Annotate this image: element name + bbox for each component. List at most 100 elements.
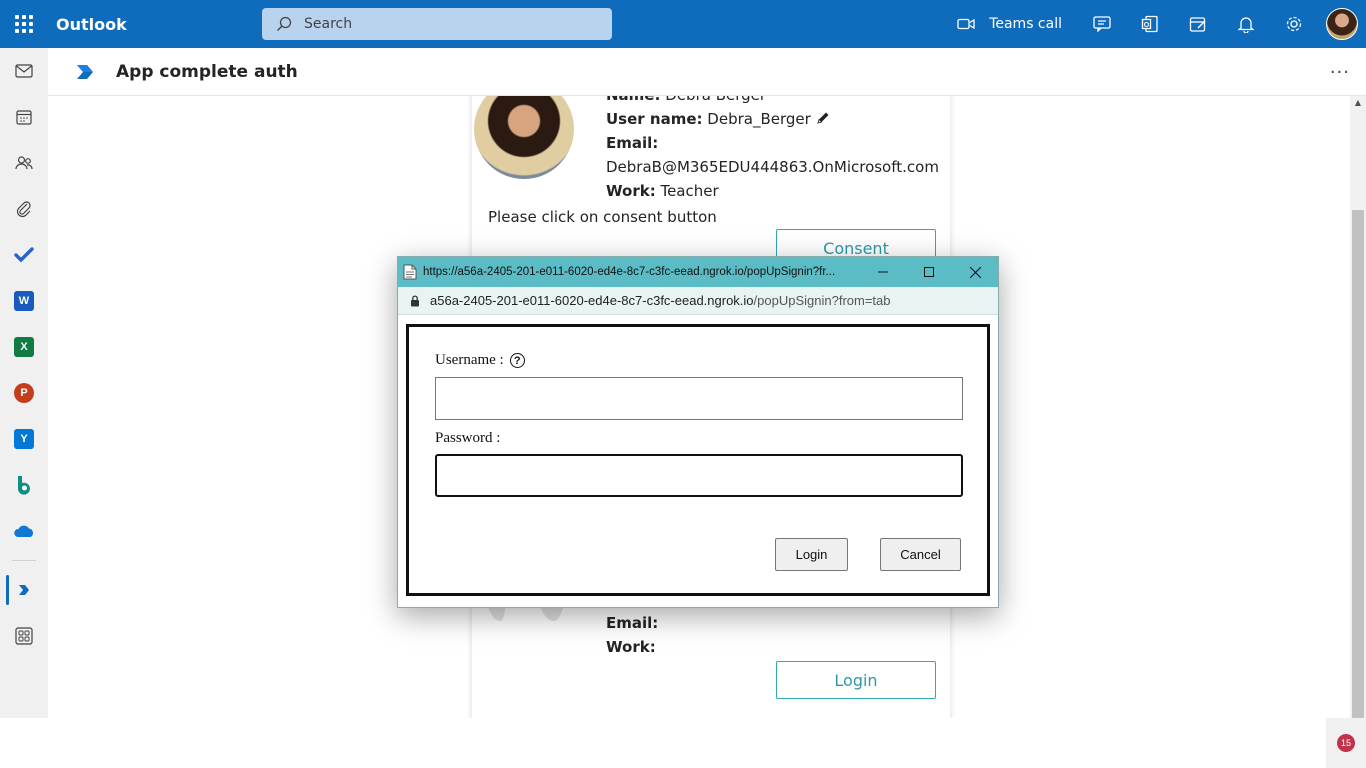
gear-icon [1286,16,1302,32]
document-icon [403,264,417,280]
close-icon [969,266,981,278]
account-avatar[interactable] [1326,8,1358,40]
maximize-button[interactable] [906,257,952,287]
popup-cancel-button[interactable]: Cancel [880,538,961,571]
search-icon [277,16,292,31]
chat-icon [1093,16,1111,32]
email-row-2: Email: [606,614,658,632]
chat-button[interactable] [1078,0,1126,48]
popup-login-button[interactable]: Login [775,538,848,571]
username-input[interactable] [435,377,963,420]
consent-note: Please click on consent button [488,208,717,226]
rail-bookings[interactable] [0,462,48,508]
search-placeholder: Search [304,16,353,32]
notification-badge: 15 [1337,734,1355,752]
excel-icon: X [14,337,34,357]
video-camera-icon [957,18,975,30]
work-label-2: Work: [606,638,656,656]
paperclip-icon [16,201,31,218]
powerpoint-icon: P [14,383,34,403]
office-icon: O [1141,15,1158,33]
settings-button[interactable] [1270,0,1318,48]
more-options-button[interactable]: ··· [1330,62,1350,83]
top-right-controls: Teams call O [957,0,1366,48]
rail-onedrive[interactable] [0,508,48,554]
signin-popup-window: https://a56a-2405-201-e011-6020-ed4e-8c7… [397,256,999,608]
username-label-row: Username : ? [435,352,525,369]
app-launcher-icon [15,15,33,33]
username-row: User name: Debra_Berger [606,110,830,128]
email-label: Email: [606,134,659,152]
rail-word[interactable]: W [0,278,48,324]
password-field-label: Password : [435,430,501,446]
email-value: DebraB@M365EDU444863.OnMicrosoft.com [606,158,939,176]
lock-icon [411,294,419,306]
name-label: Name: [606,96,660,104]
left-rail: W X P Y [0,48,48,718]
app-launcher-button[interactable] [0,0,48,48]
word-icon: W [14,291,34,311]
rail-todo[interactable] [0,232,48,278]
app-complete-auth-icon [19,585,29,595]
bookings-icon [17,476,30,495]
scrollbar-thumb[interactable] [1352,210,1364,718]
rail-more-apps[interactable] [0,613,48,659]
pencil-icon[interactable] [816,111,830,125]
username-label: User name: [606,110,703,128]
password-input[interactable] [435,454,963,497]
rail-powerpoint[interactable]: P [0,370,48,416]
name-row: Name: Debra Berger [606,96,766,104]
profile-photo [474,96,574,179]
onedrive-icon [14,525,33,537]
app-title: App complete auth [116,61,298,82]
search-box[interactable]: Search [262,8,612,40]
office-button[interactable]: O [1126,0,1174,48]
minimize-button[interactable] [860,257,906,287]
signin-form: Username : ? Password : Login Cancel [406,324,990,596]
popup-title-bar[interactable]: https://a56a-2405-201-e011-6020-ed4e-8c7… [398,257,998,287]
close-window-button[interactable] [952,257,998,287]
rail-yammer[interactable]: Y [0,416,48,462]
bottom-strip [0,718,1366,768]
work-row: Work: Teacher [606,182,719,200]
popup-address-bar[interactable]: a56a-2405-201-e011-6020-ed4e-8c7-c3fc-ee… [398,287,998,315]
email-row: Email: [606,134,658,152]
app-logo-icon [77,64,93,79]
email-label-2: Email: [606,614,659,632]
username-value: Debra_Berger [707,110,811,128]
bell-icon [1238,17,1254,33]
rail-divider [12,560,36,561]
scroll-up-arrow-icon[interactable]: ▲ [1352,98,1364,110]
teams-call-button[interactable]: Teams call [957,16,1062,32]
my-day-button[interactable] [1174,0,1222,48]
rail-mail[interactable] [0,48,48,94]
help-icon[interactable]: ? [509,353,525,368]
notifications-button[interactable] [1222,0,1270,48]
top-bar: Outlook Search Teams call O [0,0,1366,48]
todo-check-icon [14,247,34,263]
mail-icon [15,64,33,78]
people-icon [15,156,33,170]
notification-area[interactable]: 15 [1326,718,1366,768]
app-name: Outlook [56,14,127,34]
minimize-icon [878,271,888,273]
rail-people[interactable] [0,140,48,186]
app-header: App complete auth ··· [48,48,1366,96]
more-apps-icon [15,627,33,645]
rail-attachments[interactable] [0,186,48,232]
maximize-icon [924,267,934,277]
password-label-row: Password : [435,430,500,447]
rail-app-complete-auth[interactable] [0,567,48,613]
username-field-label: Username : [435,352,504,368]
rail-excel[interactable]: X [0,324,48,370]
work-row-2: Work: [606,638,656,656]
login-button-card[interactable]: Login [776,661,936,699]
calendar-icon [16,110,32,125]
popup-title-url: https://a56a-2405-201-e011-6020-ed4e-8c7… [423,266,836,278]
work-label: Work: [606,182,656,200]
name-value: Debra Berger [665,96,766,104]
teams-call-label: Teams call [989,16,1062,32]
rail-calendar[interactable] [0,94,48,140]
my-day-icon [1189,17,1206,32]
address-path: /popUpSignin?from=tab [753,293,891,308]
